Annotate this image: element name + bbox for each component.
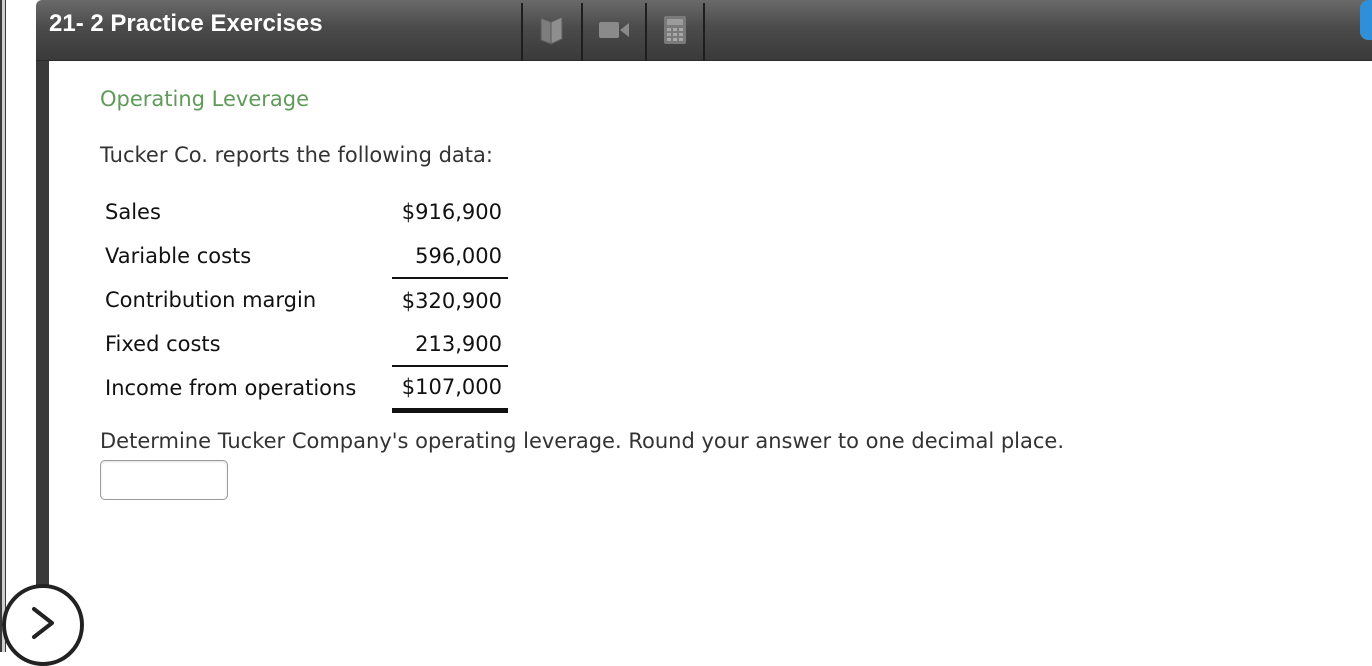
intro-text: Tucker Co. reports the following data: <box>100 143 493 167</box>
operating-leverage-input[interactable] <box>100 460 228 500</box>
row-value: $107,000 <box>392 366 508 413</box>
book-icon <box>537 14 567 50</box>
question-text: Determine Tucker Company's operating lev… <box>100 429 1065 453</box>
window-left-edge <box>0 0 6 652</box>
row-value: $916,900 <box>401 200 502 224</box>
section-title: Operating Leverage <box>100 87 310 111</box>
panel-side-bar <box>36 61 49 652</box>
row-value: 596,000 <box>392 234 508 279</box>
table-row: Income from operations $107,000 <box>105 366 508 413</box>
header-bar: 21- 2 Practice Exercises <box>36 0 1372 61</box>
table-row: Variable costs 596,000 <box>105 234 508 279</box>
calculator-button[interactable] <box>645 3 705 61</box>
row-label: Fixed costs <box>105 332 221 356</box>
book-button[interactable] <box>521 3 581 61</box>
chevron-right-icon <box>26 603 60 647</box>
video-icon <box>597 19 631 45</box>
row-label: Variable costs <box>105 244 252 268</box>
row-value: $320,900 <box>401 288 502 313</box>
video-button[interactable] <box>581 3 645 61</box>
row-label: Contribution margin <box>105 288 317 312</box>
calculator-icon <box>663 15 687 49</box>
table-row: Contribution margin $320,900 <box>105 278 508 322</box>
income-data-table: Sales $916,900 Variable costs 596,000 Co… <box>105 190 508 413</box>
table-row: Fixed costs 213,900 <box>105 322 508 367</box>
table-row: Sales $916,900 <box>105 190 508 234</box>
row-label: Income from operations <box>105 376 357 400</box>
row-value: 213,900 <box>392 322 508 367</box>
window-left-edge-highlight <box>2 0 5 652</box>
row-label: Sales <box>105 200 161 224</box>
page-title: 21- 2 Practice Exercises <box>49 10 323 37</box>
next-button[interactable] <box>2 584 84 666</box>
side-tab[interactable] <box>1360 0 1372 40</box>
